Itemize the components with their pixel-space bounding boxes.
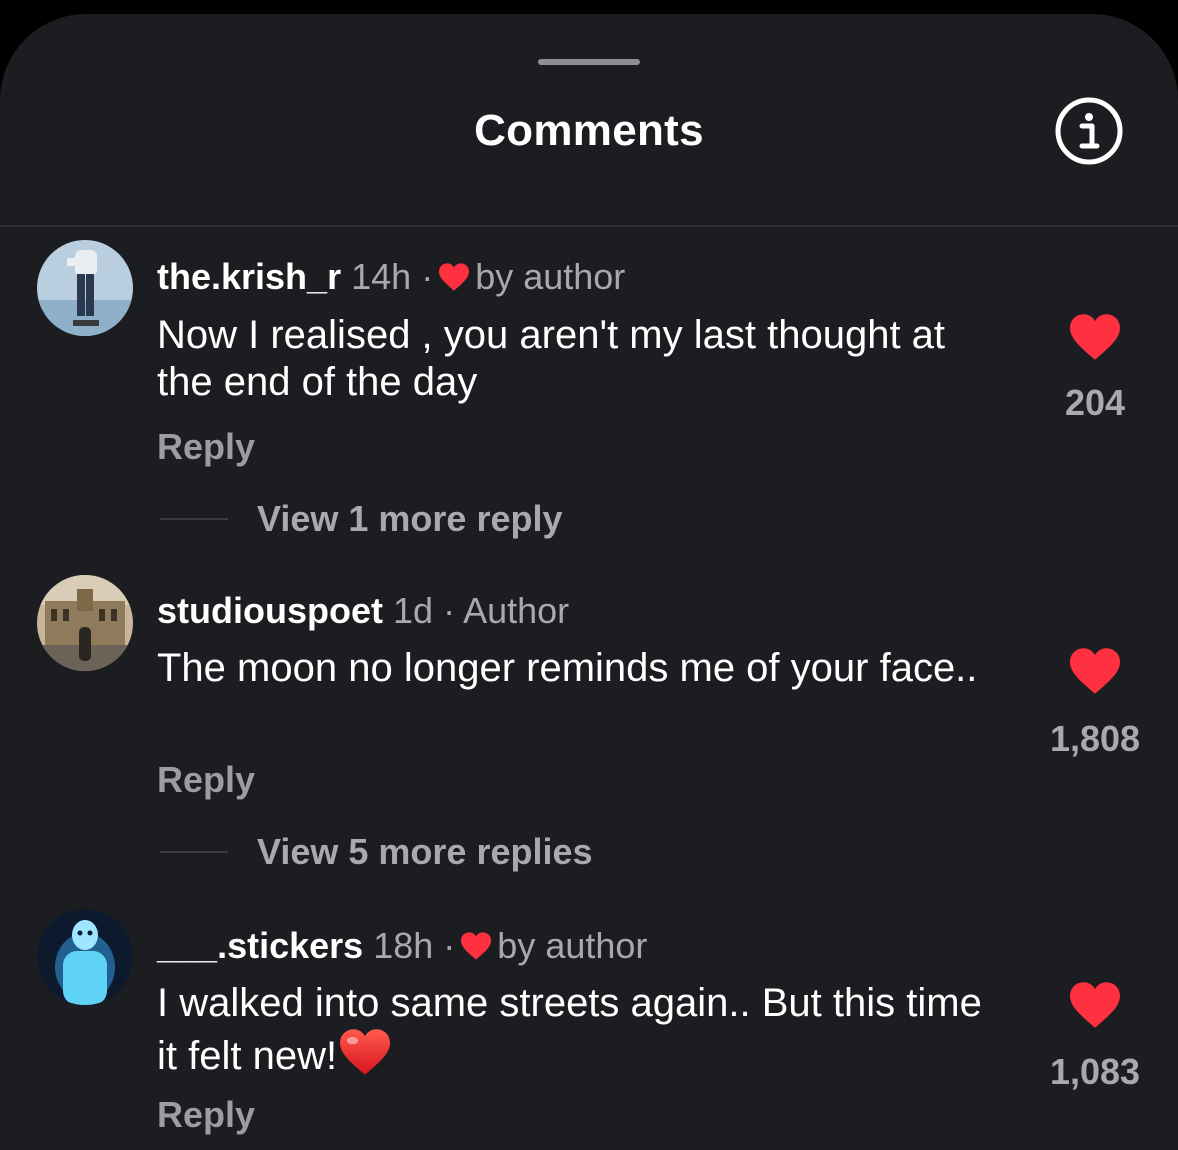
comment-text: I walked into same streets again.. But t… [157, 980, 997, 1088]
red-heart-emoji-icon [337, 1027, 393, 1088]
like-count: 1,808 [1049, 718, 1141, 759]
heart-icon [459, 928, 493, 970]
username[interactable]: ___.stickers [157, 925, 363, 966]
comments-sheet: Comments the.krish_r 14h · by author Now… [0, 14, 1178, 1150]
drag-handle[interactable] [538, 59, 640, 65]
view-replies-button[interactable]: View 5 more replies [257, 831, 593, 873]
timestamp: 18h [373, 925, 434, 966]
header-divider [0, 225, 1178, 227]
reply-button[interactable]: Reply [157, 759, 255, 801]
comment-text: The moon no longer reminds me of your fa… [157, 646, 978, 690]
heart-icon [1070, 314, 1120, 360]
avatar[interactable] [37, 575, 133, 671]
author-like-badge: by author [475, 256, 626, 297]
view-replies-button[interactable]: View 1 more reply [257, 498, 563, 540]
replies-line [160, 851, 228, 853]
comment-meta: the.krish_r 14h · by author [157, 256, 625, 301]
timestamp: 1d [393, 590, 434, 631]
heart-icon [437, 259, 471, 301]
like-button[interactable] [1060, 646, 1130, 696]
comment-meta: ___.stickers 18h · by author [157, 925, 647, 970]
avatar[interactable] [37, 909, 133, 1005]
comment-text: Now I realised , you aren't my last thou… [157, 313, 946, 404]
reply-button[interactable]: Reply [157, 426, 255, 468]
comment-meta: studiouspoet 1d · Author [157, 590, 569, 632]
info-icon [1055, 97, 1123, 165]
author-badge: Author [463, 590, 570, 631]
separator: · [421, 256, 434, 297]
avatar[interactable] [37, 240, 133, 336]
page-title: Comments [474, 106, 704, 155]
username[interactable]: studiouspoet [157, 590, 383, 631]
info-button[interactable] [1054, 96, 1124, 166]
like-button[interactable] [1060, 980, 1130, 1030]
separator: · [443, 590, 456, 631]
like-count: 1,083 [1049, 1051, 1141, 1092]
separator: · [443, 925, 456, 966]
author-like-badge: by author [497, 925, 648, 966]
like-button[interactable] [1060, 312, 1130, 362]
heart-icon [1070, 982, 1120, 1028]
heart-icon [1070, 648, 1120, 694]
replies-line [160, 518, 228, 520]
username[interactable]: the.krish_r [157, 256, 341, 297]
reply-button[interactable]: Reply [157, 1094, 255, 1136]
timestamp: 14h [351, 256, 412, 297]
comment-text-body: I walked into same streets again.. But t… [157, 981, 982, 1078]
like-count: 204 [1064, 382, 1126, 423]
